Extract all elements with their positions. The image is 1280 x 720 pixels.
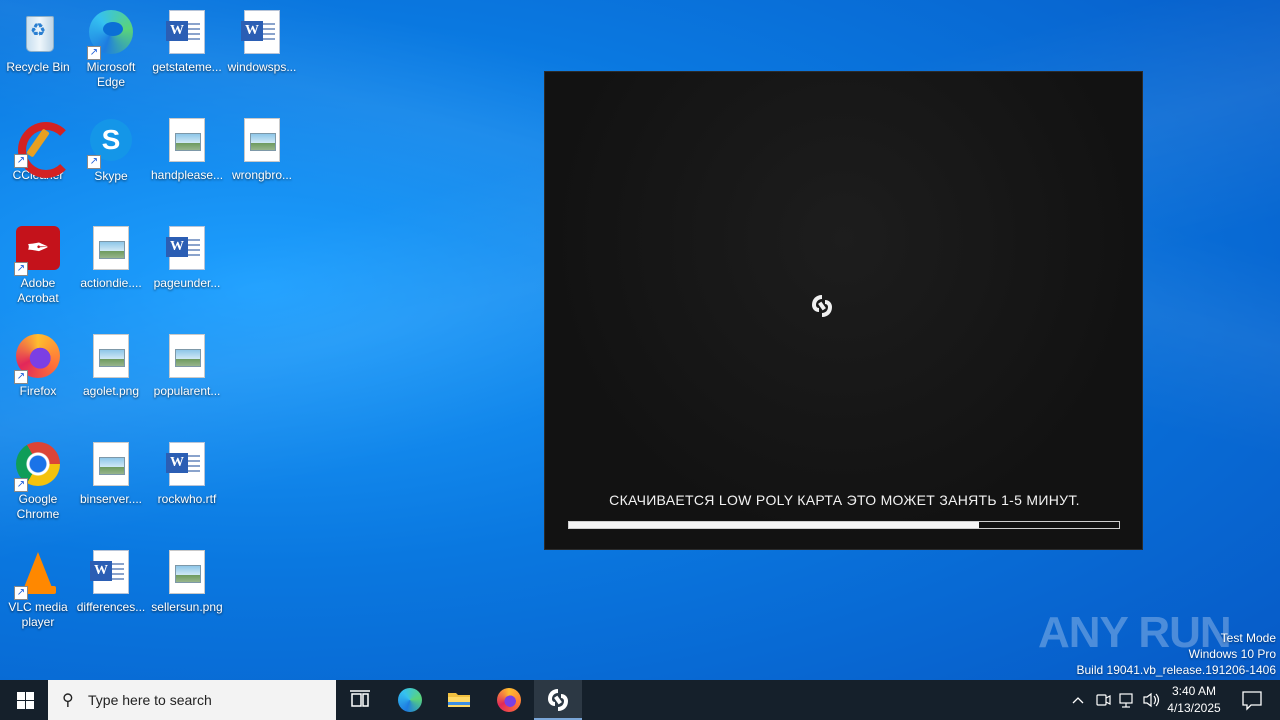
windows-logo-icon	[17, 692, 25, 700]
image-file-icon	[244, 118, 280, 162]
image-file-icon	[93, 226, 129, 270]
os-edition-label: Windows 10 Pro	[1188, 647, 1276, 661]
desktop-icon-vlc[interactable]: ↗ VLC media player	[0, 548, 76, 630]
search-placeholder: Type here to search	[88, 692, 212, 708]
desktop-icon-label: Google Chrome	[16, 492, 60, 521]
clock-time: 3:40 AM	[1171, 684, 1217, 698]
shortcut-arrow-icon: ↗	[87, 46, 101, 60]
loader-message: СКАЧИВАЕТСЯ LOW POLY КАРТА ЭТО МОЖЕТ ЗАН…	[609, 492, 1080, 508]
desktop-icon-label: pageunder...	[153, 276, 221, 290]
desktop-icon-label: differences...	[76, 600, 146, 614]
taskbar-file-explorer[interactable]	[435, 680, 483, 720]
shortcut-arrow-icon: ↗	[14, 154, 28, 168]
desktop-icon-label: binserver....	[79, 492, 143, 506]
tray-overflow-button[interactable]	[1068, 680, 1088, 720]
desktop-icon-file[interactable]: actiondie....	[73, 224, 149, 291]
image-file-icon	[169, 334, 205, 378]
taskbar-clock[interactable]: 3:40 AM 4/13/2025	[1162, 683, 1226, 717]
desktop-icon-label: Skype	[94, 169, 128, 183]
app-logo-icon	[812, 295, 832, 317]
desktop-icon-google-chrome[interactable]: ↗ Google Chrome	[0, 440, 76, 522]
word-document-icon	[166, 10, 205, 54]
desktop-icon-skype[interactable]: S ↗ Skype	[73, 116, 149, 184]
clock-date: 4/13/2025	[1167, 701, 1221, 715]
taskbar-edge[interactable]	[386, 680, 434, 720]
taskbar-search[interactable]: ⚲ Type here to search	[48, 680, 336, 720]
desktop-icon-file[interactable]: sellersun.png	[149, 548, 225, 615]
desktop-icon-label: windowsps...	[227, 60, 297, 74]
desktop-icon-file[interactable]: windowsps...	[224, 8, 300, 75]
desktop-icon-recycle-bin[interactable]: Recycle Bin	[0, 8, 76, 75]
recycle-bin-icon	[20, 10, 56, 54]
firefox-icon	[497, 688, 521, 712]
desktop-icon-file[interactable]: binserver....	[73, 440, 149, 507]
desktop-icon-label: Adobe Acrobat	[17, 276, 59, 305]
task-view-button[interactable]	[336, 680, 384, 720]
desktop-icon-label: wrongbro...	[231, 168, 293, 182]
network-icon	[1119, 693, 1133, 708]
taskbar-firefox[interactable]	[485, 680, 533, 720]
download-progress-fill	[569, 522, 979, 528]
build-label: Build 19041.vb_release.191206-1406	[1076, 663, 1277, 677]
word-document-icon	[166, 442, 205, 486]
desktop-icon-label: getstateme...	[152, 60, 222, 74]
desktop-icon-label: Firefox	[19, 384, 57, 398]
desktop-icon-file[interactable]: wrongbro...	[224, 116, 300, 183]
tray-network-button[interactable]	[1116, 680, 1138, 720]
desktop-icon-adobe-acrobat[interactable]: ✒ ↗ Adobe Acrobat	[0, 224, 76, 306]
file-explorer-icon	[448, 693, 470, 707]
desktop-icon-firefox[interactable]: ↗ Firefox	[0, 332, 76, 399]
chevron-up-icon	[1072, 697, 1084, 704]
desktop-icon-label: Recycle Bin	[6, 60, 70, 74]
desktop-icon-microsoft-edge[interactable]: ↗ Microsoft Edge	[73, 8, 149, 90]
word-document-icon	[166, 226, 205, 270]
meet-now-icon	[1096, 694, 1111, 706]
desktop-icon-label: actiondie....	[80, 276, 142, 290]
desktop-icon-label: Microsoft Edge	[86, 60, 136, 89]
shortcut-arrow-icon: ↗	[14, 370, 28, 384]
image-file-icon	[93, 442, 129, 486]
desktop-icon-label: VLC media player	[8, 600, 68, 629]
taskbar: ⚲ Type here to search 3:40 AM 4/13/2025	[0, 680, 1280, 720]
shortcut-arrow-icon: ↗	[14, 262, 28, 276]
desktop-icon-file[interactable]: differences...	[73, 548, 149, 615]
volume-icon	[1143, 692, 1160, 708]
desktop-icon-file[interactable]: pageunder...	[149, 224, 225, 291]
shortcut-arrow-icon: ↗	[14, 478, 28, 492]
word-document-icon	[241, 10, 280, 54]
task-view-icon	[350, 690, 370, 707]
image-file-icon	[169, 118, 205, 162]
image-file-icon	[169, 550, 205, 594]
desktop-icon-file[interactable]: popularent...	[149, 332, 225, 399]
loader-window[interactable]: СКАЧИВАЕТСЯ LOW POLY КАРТА ЭТО МОЖЕТ ЗАН…	[544, 71, 1143, 550]
notification-icon	[1242, 691, 1262, 711]
tray-volume-button[interactable]	[1140, 680, 1162, 720]
test-mode-label: Test Mode	[1220, 631, 1276, 645]
desktop-icon-label: popularent...	[153, 384, 221, 398]
shortcut-arrow-icon: ↗	[87, 155, 101, 169]
desktop-icon-label: sellersun.png	[151, 600, 223, 614]
desktop-icon-label: handplease...	[150, 168, 224, 182]
download-progress-bar	[568, 521, 1120, 529]
desktop-icon-file[interactable]: agolet.png	[73, 332, 149, 399]
edge-icon	[398, 688, 422, 712]
shortcut-arrow-icon: ↗	[14, 586, 28, 600]
action-center-button[interactable]	[1232, 680, 1272, 720]
system-info: Test Mode Windows 10 Pro Build 19041.vb_…	[1077, 630, 1277, 678]
desktop-icon-ccleaner[interactable]: ↗ CCleaner	[0, 116, 76, 183]
tray-meet-button[interactable]	[1092, 680, 1114, 720]
app-logo-icon	[548, 689, 568, 711]
desktop-icon-file[interactable]: rockwho.rtf	[149, 440, 225, 507]
word-document-icon	[90, 550, 129, 594]
desktop-icon-file[interactable]: handplease...	[149, 116, 225, 183]
start-button[interactable]	[0, 680, 48, 720]
search-icon: ⚲	[62, 692, 74, 709]
desktop-icon-file[interactable]: getstateme...	[149, 8, 225, 75]
desktop-icon-label: agolet.png	[82, 384, 140, 398]
image-file-icon	[93, 334, 129, 378]
desktop-icon-label: rockwho.rtf	[157, 492, 217, 506]
taskbar-loader-app[interactable]	[534, 680, 582, 720]
